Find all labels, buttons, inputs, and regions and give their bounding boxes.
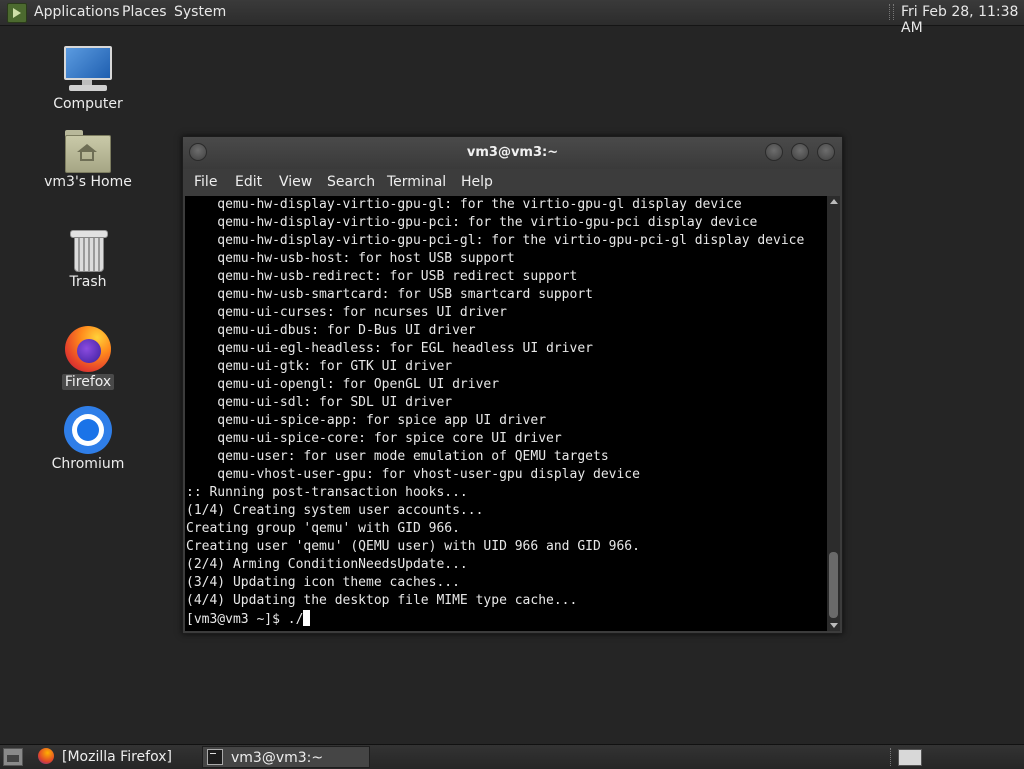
scroll-up-arrow-icon[interactable] — [830, 199, 838, 204]
firefox-icon — [65, 326, 111, 372]
system-menu[interactable]: System — [174, 4, 226, 20]
top-panel: Applications Places System Fri Feb 28, 1… — [0, 0, 1024, 36]
desktop-icon-label: vm3's Home — [44, 174, 132, 190]
trash-icon — [70, 228, 108, 272]
text-cursor — [303, 610, 311, 626]
terminal-line: qemu-hw-usb-redirect: for USB redirect s… — [186, 269, 578, 284]
terminal-line: (1/4) Creating system user accounts... — [186, 503, 484, 518]
terminal-scrollbar[interactable] — [827, 196, 840, 631]
applications-menu[interactable]: Applications — [34, 4, 120, 20]
panel-separator — [889, 4, 894, 20]
desktop-icon-firefox[interactable]: Firefox — [33, 326, 143, 390]
terminal-window[interactable]: vm3@vm3:~ File Edit View Search Terminal… — [182, 136, 843, 634]
menu-help[interactable]: Help — [461, 174, 493, 190]
terminal-prompt: [vm3@vm3 ~]$ ./ — [186, 612, 304, 627]
terminal-line: Creating group 'qemu' with GID 966. — [186, 521, 460, 536]
show-desktop-icon[interactable] — [3, 748, 23, 766]
desktop-icon-label: Trash — [69, 274, 107, 290]
maximize-button[interactable] — [791, 143, 809, 161]
taskbar-item-terminal[interactable]: vm3@vm3:~ — [202, 746, 370, 768]
panel-separator — [890, 748, 893, 766]
taskbar-item-label: vm3@vm3:~ — [231, 750, 324, 766]
scrollbar-thumb[interactable] — [829, 552, 838, 618]
terminal-line: qemu-hw-display-virtio-gpu-pci-gl: for t… — [186, 233, 805, 248]
desktop-icon-label: Computer — [53, 96, 123, 112]
desktop-icon-trash[interactable]: Trash — [33, 228, 143, 290]
terminal-line: :: Running post-transaction hooks... — [186, 485, 468, 500]
terminal-line: qemu-vhost-user-gpu: for vhost-user-gpu … — [186, 467, 640, 482]
taskbar-item-firefox[interactable]: [Mozilla Firefox] — [34, 746, 198, 768]
desktop-icon-computer[interactable]: Computer — [33, 46, 143, 112]
desktop-icon-chromium[interactable]: Chromium — [33, 406, 143, 472]
terminal-line: (2/4) Arming ConditionNeedsUpdate... — [186, 557, 468, 572]
places-menu[interactable]: Places — [122, 4, 167, 20]
menu-view[interactable]: View — [279, 174, 312, 190]
terminal-line: qemu-ui-spice-app: for spice app UI driv… — [186, 413, 547, 428]
main-menu-logo-icon[interactable] — [7, 3, 27, 23]
computer-icon — [63, 46, 113, 94]
scroll-down-arrow-icon[interactable] — [830, 623, 838, 628]
terminal-line: qemu-hw-usb-host: for host USB support — [186, 251, 515, 266]
terminal-line: qemu-hw-display-virtio-gpu-gl: for the v… — [186, 197, 742, 212]
firefox-icon — [38, 748, 54, 764]
terminal-line: qemu-user: for user mode emulation of QE… — [186, 449, 609, 464]
close-button[interactable] — [817, 143, 835, 161]
terminal-line: qemu-ui-egl-headless: for EGL headless U… — [186, 341, 593, 356]
terminal-output[interactable]: qemu-hw-display-virtio-gpu-gl: for the v… — [185, 196, 827, 631]
terminal-line: qemu-hw-usb-smartcard: for USB smartcard… — [186, 287, 593, 302]
window-title: vm3@vm3:~ — [466, 145, 559, 160]
terminal-line: qemu-ui-curses: for ncurses UI driver — [186, 305, 507, 320]
terminal-line: Creating user 'qemu' (QEMU user) with UI… — [186, 539, 640, 554]
terminal-line: qemu-ui-gtk: for GTK UI driver — [186, 359, 453, 374]
terminal-line: qemu-ui-dbus: for D-Bus UI driver — [186, 323, 476, 338]
menu-edit[interactable]: Edit — [235, 174, 262, 190]
menu-search[interactable]: Search — [327, 174, 375, 190]
terminal-line: (4/4) Updating the desktop file MIME typ… — [186, 593, 578, 608]
bottom-panel: [Mozilla Firefox] vm3@vm3:~ — [0, 744, 1024, 769]
desktop-icon-label: Firefox — [61, 374, 115, 390]
clock[interactable]: Fri Feb 28, 11:38 AM — [901, 4, 1024, 36]
terminal-line: qemu-ui-spice-core: for spice core UI dr… — [186, 431, 562, 446]
terminal-icon — [207, 749, 223, 765]
workspace-switcher[interactable] — [898, 749, 922, 766]
desktop-icon-label: Chromium — [51, 456, 125, 472]
minimize-button[interactable] — [765, 143, 783, 161]
terminal-menubar: File Edit View Search Terminal Help — [183, 169, 842, 196]
terminal-line: qemu-ui-sdl: for SDL UI driver — [186, 395, 453, 410]
terminal-line: qemu-hw-display-virtio-gpu-pci: for the … — [186, 215, 758, 230]
home-folder-icon — [65, 130, 111, 173]
desktop-icon-home[interactable]: vm3's Home — [33, 130, 143, 190]
menu-terminal[interactable]: Terminal — [387, 174, 446, 190]
menu-file[interactable]: File — [194, 174, 217, 190]
taskbar-item-label: [Mozilla Firefox] — [62, 749, 172, 765]
terminal-line: qemu-ui-opengl: for OpenGL UI driver — [186, 377, 500, 392]
chromium-icon — [64, 406, 112, 454]
window-titlebar[interactable]: vm3@vm3:~ — [183, 137, 842, 169]
terminal-line: (3/4) Updating icon theme caches... — [186, 575, 460, 590]
terminal-prompt-line[interactable]: [vm3@vm3 ~]$ ./ — [185, 610, 827, 628]
